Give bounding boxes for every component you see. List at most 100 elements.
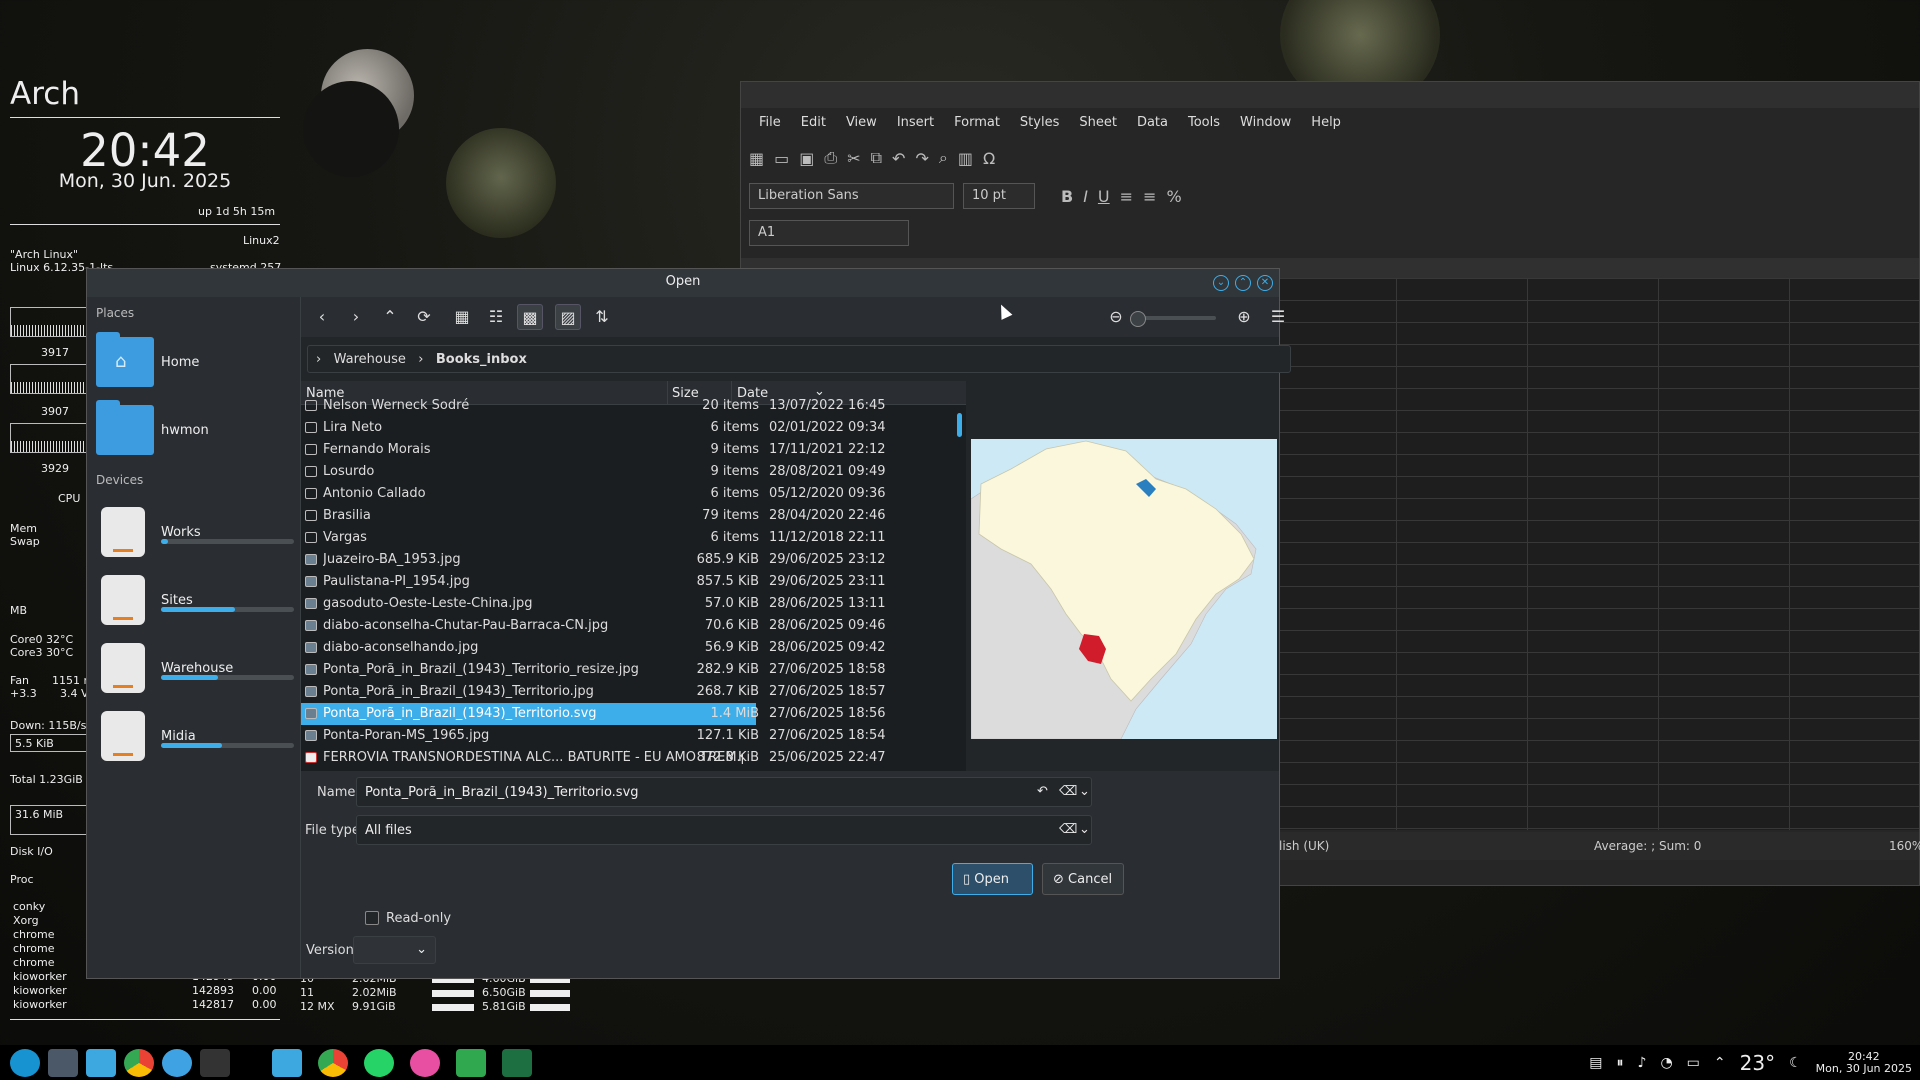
align-left-icon[interactable]: ≡ — [1120, 187, 1133, 206]
place-home[interactable]: ⌂ Home — [96, 332, 296, 391]
weather-temp[interactable]: 23° — [1740, 1051, 1775, 1075]
menu-window[interactable]: Window — [1230, 108, 1301, 138]
zoom-slider[interactable] — [1130, 311, 1216, 327]
scrollbar[interactable] — [953, 405, 966, 771]
menu-edit[interactable]: Edit — [791, 108, 836, 138]
menu-format[interactable]: Format — [944, 108, 1010, 138]
volume-icon[interactable]: ♪ — [1638, 1055, 1647, 1071]
detailed-view-icon[interactable]: ☷ — [483, 304, 509, 330]
file-row[interactable]: Ponta-Poran-MS_1965.jpg 127.1 KiB 27/06/20… — [301, 725, 953, 747]
bold-icon[interactable]: B — [1061, 187, 1073, 206]
device-sites[interactable]: Sites — [96, 575, 296, 629]
cut-icon[interactable]: ✂ — [847, 149, 860, 168]
menu-styles[interactable]: Styles — [1010, 108, 1069, 138]
version-select[interactable]: ⌄ — [353, 936, 436, 964]
breadcrumb-current[interactable]: Books_inbox — [436, 352, 527, 367]
filename-input[interactable]: Ponta_Porã_in_Brazil_(1943)_Territorio.s… — [356, 777, 1092, 807]
file-row[interactable]: Juazeiro-BA_1953.jpg 685.9 KiB 29/06/2025 … — [301, 549, 953, 571]
device-works[interactable]: Works — [96, 507, 296, 561]
clear-icon[interactable]: ⌫ — [1059, 784, 1077, 799]
underline-icon[interactable]: U — [1098, 187, 1110, 206]
dialog-titlebar[interactable]: Open ⌄ ⌃ ✕ — [87, 269, 1279, 297]
font-name-box[interactable]: Liberation Sans — [749, 183, 954, 209]
save-icon[interactable]: ▣ — [799, 149, 814, 168]
file-row[interactable]: Losurdo 9 items 28/08/2021 09:49 — [301, 461, 953, 483]
font-size-box[interactable]: 10 pt — [963, 183, 1035, 209]
tray-clock[interactable]: 20:42 Mon, 30 Jun 2025 — [1816, 1050, 1912, 1075]
zoom-in-icon[interactable]: ⊕ — [1231, 304, 1257, 330]
parent-folder-icon[interactable]: ⌃ — [377, 304, 403, 330]
menu-help[interactable]: Help — [1301, 108, 1351, 138]
chrome-icon[interactable] — [124, 1049, 154, 1077]
calc-titlebar[interactable] — [741, 82, 1919, 108]
menu-data[interactable]: Data — [1127, 108, 1178, 138]
breadcrumb[interactable]: › Warehouse › Books_inbox — [307, 345, 1291, 373]
filetype-select[interactable]: All files — [356, 815, 1092, 845]
file-row[interactable]: gasoduto-Oeste-Leste-China.jpg 57.0 KiB 28… — [301, 593, 953, 615]
chevron-down-icon[interactable]: ⌄ — [1079, 784, 1090, 799]
calc-window-icon[interactable] — [456, 1049, 486, 1077]
chevron-down-icon[interactable]: ⌄ — [1079, 822, 1090, 837]
menu-view[interactable]: View — [836, 108, 887, 138]
files-icon[interactable] — [86, 1049, 116, 1077]
icon-view-icon[interactable]: ▦ — [449, 304, 475, 330]
file-row[interactable]: Fernando Morais 9 items 17/11/2021 22:12 — [301, 439, 953, 461]
table-icon[interactable]: ▦ — [749, 149, 764, 168]
file-row[interactable]: Ponta_Porã_in_Brazil_(1943)_Territorio.s… — [301, 703, 953, 725]
file-row[interactable]: diabo-aconselha-Chutar-Pau-Barraca-CN.jp… — [301, 615, 953, 637]
align-center-icon[interactable]: ≡ — [1143, 187, 1156, 206]
file-row[interactable]: FERROVIA TRANSNORDESTINA ALC... BATURITÉ… — [301, 747, 953, 769]
menu-tools[interactable]: Tools — [1178, 108, 1230, 138]
spreadsheet-icon[interactable] — [502, 1049, 532, 1077]
forward-icon[interactable]: › — [343, 304, 369, 330]
menu-file[interactable]: File — [749, 108, 791, 138]
device-warehouse[interactable]: Warehouse — [96, 643, 296, 697]
copy-icon[interactable]: ⧉ — [871, 148, 882, 168]
arch-launcher-icon[interactable] — [10, 1049, 40, 1077]
file-row[interactable]: Vargas 6 items 11/12/2018 22:11 — [301, 527, 953, 549]
battery-icon[interactable]: ◔ — [1660, 1055, 1672, 1071]
chart-icon[interactable]: ▥ — [958, 149, 973, 168]
preview-toggle-icon[interactable]: ▨ — [555, 304, 581, 330]
menu-insert[interactable]: Insert — [887, 108, 944, 138]
find-icon[interactable]: ⌕ — [939, 148, 948, 168]
clear-icon[interactable]: ⌫ — [1059, 822, 1077, 837]
omega-icon[interactable]: Ω — [983, 149, 995, 168]
media-icon[interactable] — [410, 1049, 440, 1077]
percent-icon[interactable]: % — [1166, 187, 1181, 206]
tree-view-icon[interactable]: ▩ — [517, 304, 543, 330]
file-row[interactable]: Antonio Callado 6 items 05/12/2020 09:36 — [301, 483, 953, 505]
close-button[interactable]: ✕ — [1257, 275, 1273, 291]
reload-icon[interactable]: ⟳ — [411, 304, 437, 330]
cancel-button[interactable]: ⊘ Cancel — [1042, 863, 1124, 895]
file-row[interactable]: Ponta_Porã_in_Brazil_(1943)_Territorio.j… — [301, 681, 953, 703]
print-icon[interactable]: ⎙ — [824, 148, 837, 168]
redo-icon[interactable]: ↷ — [915, 149, 928, 168]
file-row[interactable]: diabo-aconselhando.jpg 56.9 KiB 28/06/2025… — [301, 637, 953, 659]
open-icon[interactable]: ▭ — [774, 149, 789, 168]
readonly-checkbox[interactable] — [365, 911, 379, 925]
file-row[interactable]: Brasilia 79 items 28/04/2020 22:46 — [301, 505, 953, 527]
options-icon[interactable]: ☰ — [1265, 304, 1291, 330]
file-row[interactable]: Nelson Werneck Sodré 20 items 13/07/2022 1… — [301, 395, 953, 417]
file-row[interactable]: Ponta_Porã_in_Brazil_(1943)_Territorio_r… — [301, 659, 953, 681]
menu-sheet[interactable]: Sheet — [1069, 108, 1127, 138]
maximize-button[interactable]: ⌃ — [1235, 275, 1251, 291]
network-icon[interactable]: ▭ — [1687, 1055, 1700, 1071]
app-icon[interactable] — [162, 1049, 192, 1077]
file-list[interactable]: Name Size Date ⌄ Nelson Werneck Sodré 20 … — [301, 381, 966, 771]
whatsapp-icon[interactable] — [364, 1049, 394, 1077]
clipboard-icon[interactable]: ▤ — [1589, 1055, 1602, 1071]
files-window-icon[interactable] — [272, 1049, 302, 1077]
sort-icon[interactable]: ⇅ — [589, 304, 615, 330]
undo-icon[interactable]: ↶ — [1037, 784, 1048, 799]
terminal-icon[interactable] — [48, 1049, 78, 1077]
device-midia[interactable]: Midia — [96, 711, 296, 765]
back-icon[interactable]: ‹ — [309, 304, 335, 330]
name-box[interactable]: A1 — [749, 220, 909, 246]
file-row[interactable]: Lira Neto 6 items 02/01/2022 09:34 — [301, 417, 953, 439]
media-control-icon[interactable]: ⏸ — [1617, 1055, 1624, 1071]
expand-tray-icon[interactable]: ⌃ — [1714, 1055, 1726, 1071]
open-button[interactable]: ▯ Open — [952, 863, 1033, 895]
chrome-window-icon[interactable] — [318, 1049, 348, 1077]
